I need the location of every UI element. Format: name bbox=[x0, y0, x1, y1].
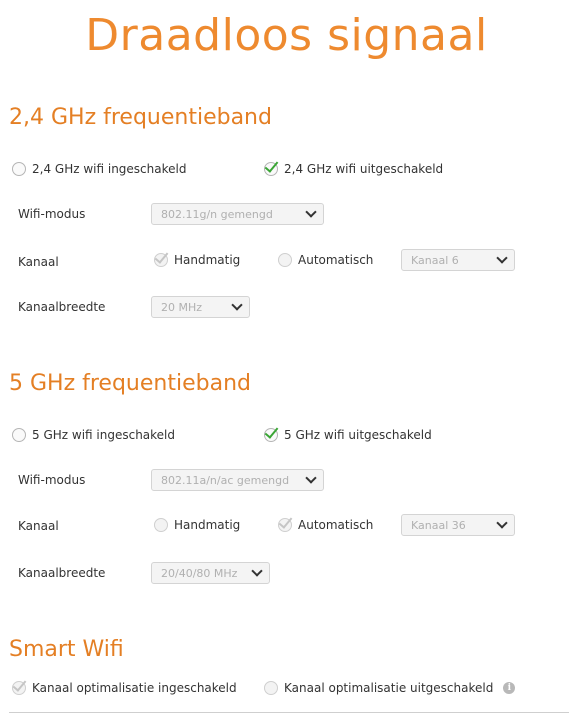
checkmark-icon[interactable] bbox=[154, 253, 168, 267]
radio-button[interactable] bbox=[264, 681, 278, 695]
radio-smart-wifi-disabled[interactable]: Kanaal optimalisatie uitgeschakeld i bbox=[264, 681, 516, 695]
radio-button[interactable] bbox=[12, 162, 26, 176]
checkmark-icon[interactable] bbox=[264, 162, 278, 176]
radio-label: Kanaal optimalisatie uitgeschakeld bbox=[284, 681, 494, 695]
radio-button[interactable] bbox=[154, 518, 168, 532]
bandwidth-label-24: Kanaalbreedte bbox=[18, 300, 106, 314]
section-title-smart-wifi: Smart Wifi bbox=[9, 637, 124, 662]
radio-label: Handmatig bbox=[174, 518, 241, 532]
channel-label-24: Kanaal bbox=[18, 255, 59, 269]
select-value: 802.11a/n/ac gemengd bbox=[161, 473, 290, 487]
radio-label: 5 GHz wifi uitgeschakeld bbox=[284, 428, 432, 442]
chevron-down-icon bbox=[305, 472, 317, 484]
radio-5ghz-channel-manual[interactable]: Handmatig bbox=[154, 518, 240, 532]
radio-24ghz-enabled[interactable]: 2,4 GHz wifi ingeschakeld bbox=[12, 162, 186, 176]
select-value: 20/40/80 MHz bbox=[161, 566, 238, 580]
radio-label: Automatisch bbox=[298, 253, 374, 267]
radio-button[interactable] bbox=[12, 428, 26, 442]
select-value: Kanaal 6 bbox=[411, 253, 459, 267]
wifi-mode-label-24: Wifi-modus bbox=[18, 207, 86, 221]
radio-5ghz-channel-auto[interactable]: Automatisch bbox=[278, 518, 373, 532]
radio-label: Automatisch bbox=[298, 518, 374, 532]
checkmark-icon[interactable] bbox=[278, 518, 292, 532]
chevron-down-icon bbox=[496, 252, 508, 264]
radio-button[interactable] bbox=[278, 253, 292, 267]
radio-label: 2,4 GHz wifi uitgeschakeld bbox=[284, 162, 444, 176]
radio-label: 5 GHz wifi ingeschakeld bbox=[32, 428, 176, 442]
chevron-down-icon bbox=[496, 517, 508, 529]
info-icon[interactable]: i bbox=[503, 682, 516, 694]
section-title-24ghz: 2,4 GHz frequentieband bbox=[9, 105, 272, 130]
page-title: Draadloos signaal bbox=[85, 10, 488, 61]
radio-label: Kanaal optimalisatie ingeschakeld bbox=[32, 681, 237, 695]
wifi-mode-select-5[interactable]: 802.11a/n/ac gemengd bbox=[151, 469, 324, 491]
radio-5ghz-disabled[interactable]: 5 GHz wifi uitgeschakeld bbox=[264, 428, 432, 442]
radio-label: Handmatig bbox=[174, 253, 241, 267]
radio-24ghz-channel-manual[interactable]: Handmatig bbox=[154, 253, 240, 267]
radio-label: 2,4 GHz wifi ingeschakeld bbox=[32, 162, 187, 176]
select-value: Kanaal 36 bbox=[411, 518, 466, 532]
checkmark-icon[interactable] bbox=[12, 681, 26, 695]
chevron-down-icon bbox=[231, 299, 243, 311]
radio-5ghz-enabled[interactable]: 5 GHz wifi ingeschakeld bbox=[12, 428, 175, 442]
radio-24ghz-channel-auto[interactable]: Automatisch bbox=[278, 253, 373, 267]
chevron-down-icon bbox=[251, 565, 263, 577]
divider bbox=[9, 712, 569, 713]
select-value: 20 MHz bbox=[161, 300, 203, 314]
chevron-down-icon bbox=[305, 206, 317, 218]
bandwidth-select-24[interactable]: 20 MHz bbox=[151, 296, 250, 318]
radio-smart-wifi-enabled[interactable]: Kanaal optimalisatie ingeschakeld bbox=[12, 681, 237, 695]
wifi-mode-label-5: Wifi-modus bbox=[18, 473, 86, 487]
select-value: 802.11g/n gemengd bbox=[161, 207, 273, 221]
radio-24ghz-disabled[interactable]: 2,4 GHz wifi uitgeschakeld bbox=[264, 162, 443, 176]
checkmark-icon[interactable] bbox=[264, 428, 278, 442]
section-title-5ghz: 5 GHz frequentieband bbox=[9, 371, 251, 396]
bandwidth-label-5: Kanaalbreedte bbox=[18, 566, 106, 580]
wifi-mode-select-24[interactable]: 802.11g/n gemengd bbox=[151, 203, 324, 225]
channel-select-24[interactable]: Kanaal 6 bbox=[401, 249, 515, 271]
channel-label-5: Kanaal bbox=[18, 519, 59, 533]
channel-select-5[interactable]: Kanaal 36 bbox=[401, 514, 515, 536]
bandwidth-select-5[interactable]: 20/40/80 MHz bbox=[151, 562, 270, 584]
